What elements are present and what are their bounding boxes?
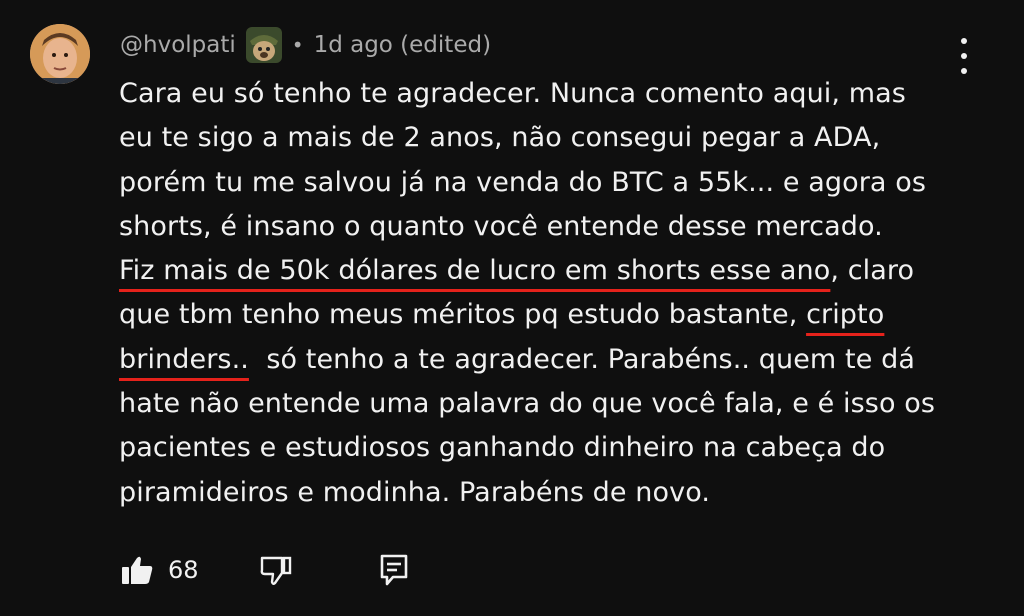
comment-line: que tbm tenho meus méritos pq estudo bas…	[119, 293, 979, 337]
underlined-highlight: brinders..	[119, 343, 249, 375]
thumbs-up-icon	[122, 556, 153, 584]
comment-line: brinders.. só tenho a te agradecer. Para…	[119, 338, 979, 382]
underlined-highlight: cripto	[806, 299, 885, 331]
dislike-button[interactable]	[259, 554, 293, 586]
comment-timestamp[interactable]: 1d ago (edited)	[314, 32, 491, 58]
reply-comment-icon	[380, 554, 407, 586]
comment-line: hate não entende uma palavra do que você…	[119, 388, 936, 420]
more-options-icon[interactable]	[948, 38, 980, 74]
reply-button[interactable]	[379, 553, 409, 587]
member-badge-icon	[245, 27, 282, 63]
like-count: 68	[168, 556, 199, 584]
author-name[interactable]: @hvolpati	[120, 32, 236, 58]
comment-header: @hvolpati • 1d ago (edited)	[120, 27, 491, 63]
meta-separator: •	[291, 33, 304, 57]
thumbs-down-icon	[260, 556, 291, 585]
comment-text-fragment: claro	[847, 255, 915, 287]
comment-text-fragment: só tenho a te agradecer. Parabéns.. quem…	[266, 343, 915, 375]
comment-line: piramideiros e modinha. Parabéns de novo…	[119, 476, 711, 508]
comment-line: Cara eu só tenho te agradecer. Nunca com…	[119, 78, 906, 109]
comment-line: eu te sigo a mais de 2 anos, não consegu…	[119, 122, 881, 154]
comment-text-fragment: ,	[830, 255, 848, 287]
comment-line: shorts, é insano o quanto você entende d…	[119, 210, 883, 242]
author-avatar[interactable]	[30, 24, 90, 84]
comment-line: Fiz mais de 50k dólares de lucro em shor…	[119, 249, 979, 293]
comment-actions: 68	[120, 548, 409, 592]
comment-text-fragment: que tbm tenho meus méritos pq estudo bas…	[119, 299, 798, 331]
comment-text: Cara eu só tenho te agradecer. Nunca com…	[119, 72, 979, 515]
comment-line: pacientes e estudiosos ganhando dinheiro…	[119, 432, 886, 464]
underlined-highlight: Fiz mais de 50k dólares de lucro em shor…	[119, 255, 831, 287]
comment-line: porém tu me salvou já na venda do BTC a …	[119, 166, 927, 198]
like-button[interactable]	[120, 554, 154, 586]
